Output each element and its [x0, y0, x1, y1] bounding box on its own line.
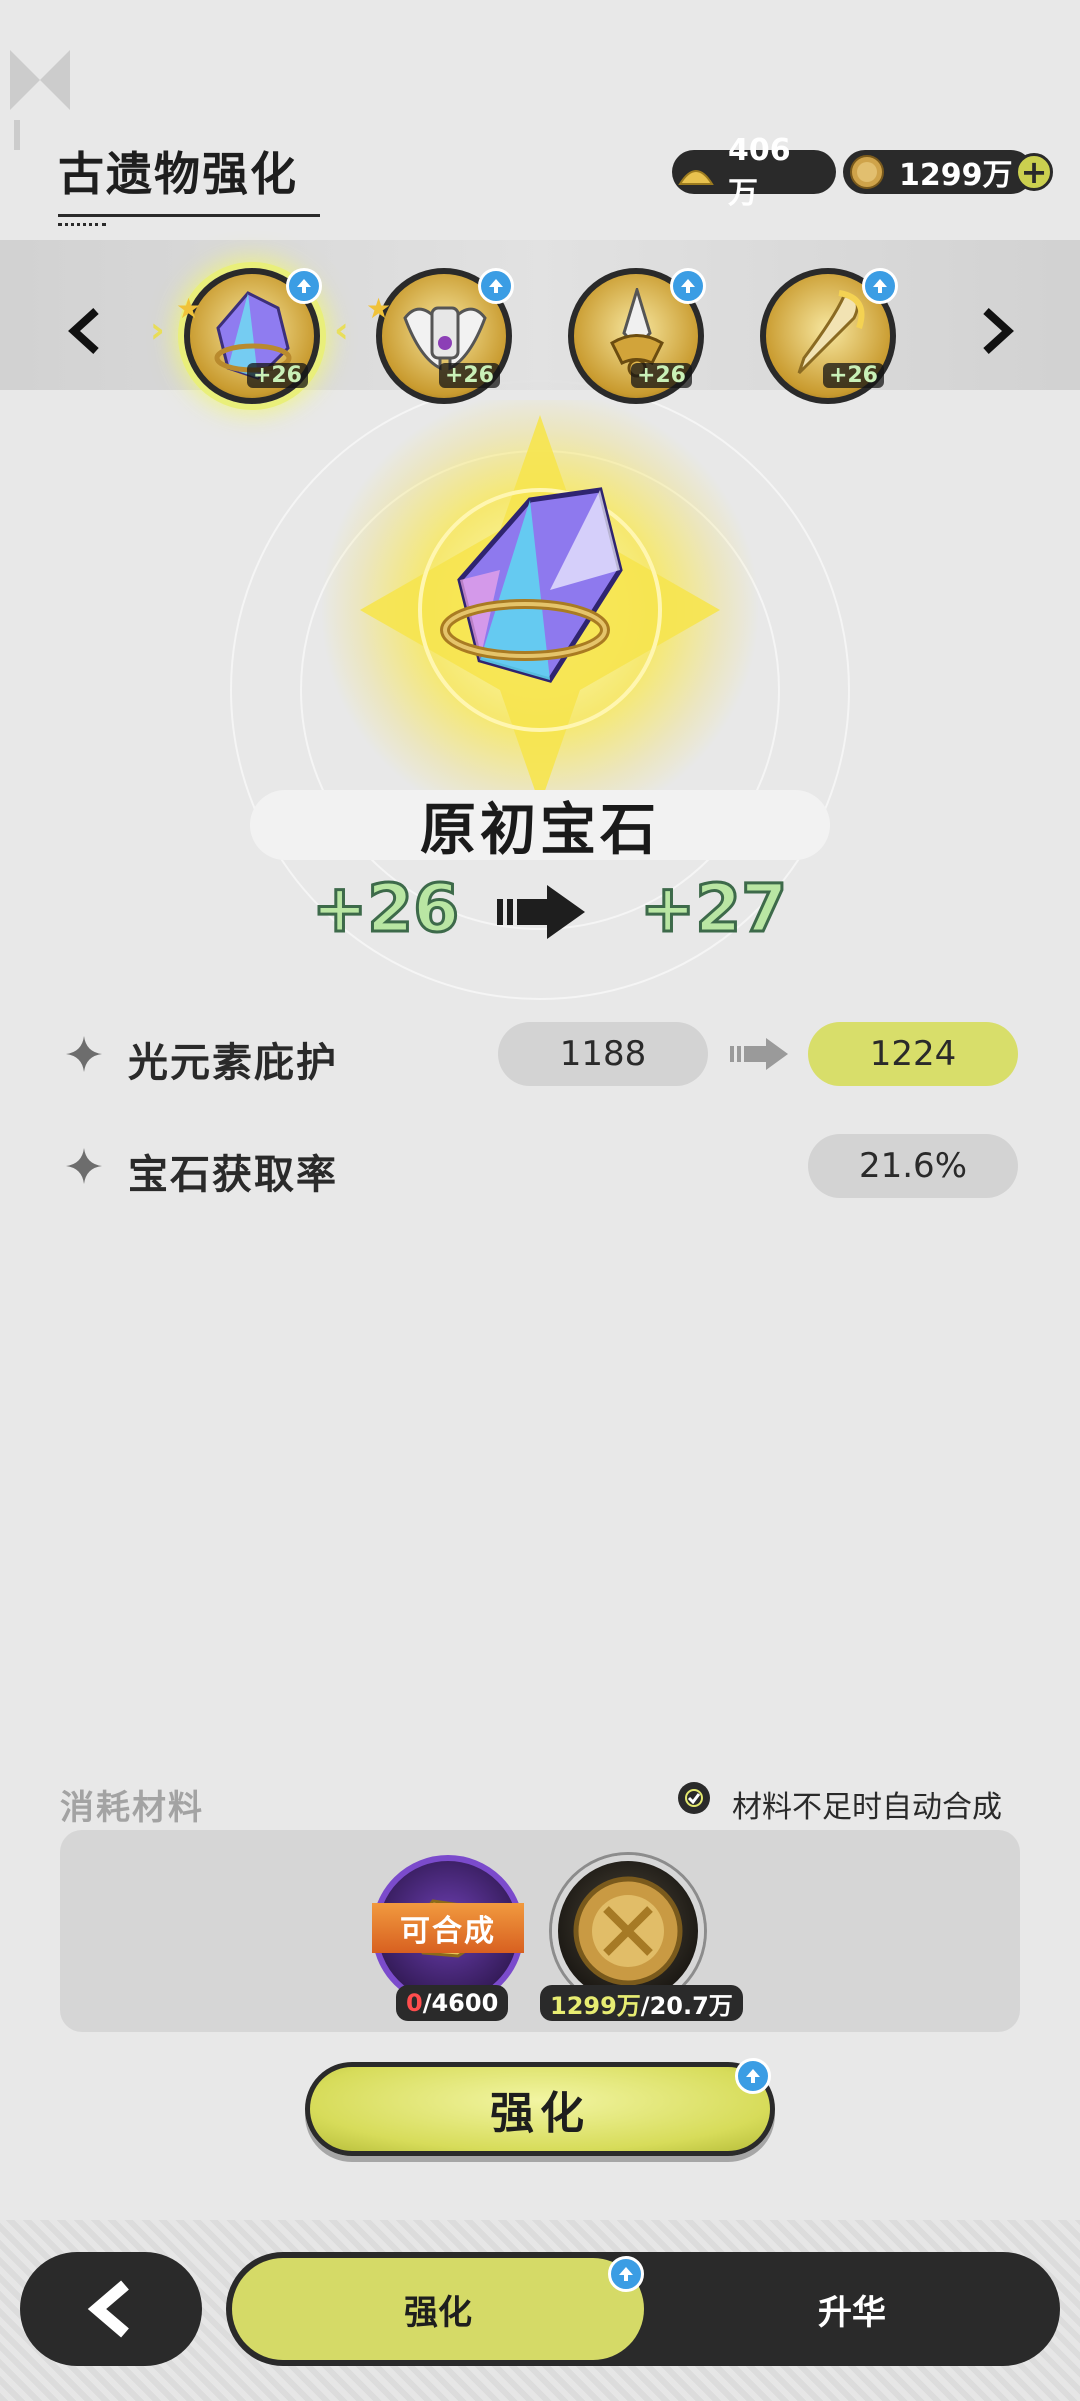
- relic-slot-level: +26: [630, 363, 692, 388]
- auto-synthesize-checkbox[interactable]: [678, 1782, 710, 1814]
- stat-row-gem-rate: 宝石获取率 21.6%: [0, 1134, 1080, 1198]
- ore-have: 0: [406, 1989, 423, 2017]
- stat-label: 光元素庇护: [128, 1040, 338, 1086]
- tab-ascend[interactable]: 升华: [650, 2258, 1054, 2360]
- page-title: 古遗物强化: [58, 138, 320, 226]
- next-relic-button[interactable]: [976, 305, 1016, 370]
- stat-label: 宝石获取率: [128, 1152, 338, 1198]
- selected-left-marker-icon: ›: [150, 310, 165, 351]
- auto-synthesize-label: 材料不足时自动合成: [732, 1790, 1002, 1825]
- tab-enhance[interactable]: 强化: [232, 2258, 644, 2360]
- upgrade-available-icon: [735, 2058, 771, 2094]
- page-title-text: 古遗物强化: [58, 147, 298, 201]
- prev-relic-button[interactable]: [66, 305, 106, 370]
- gold-coin-icon: [850, 155, 884, 189]
- selected-right-marker-icon: ‹: [334, 310, 349, 351]
- level-to: +27: [638, 869, 788, 949]
- craftable-banner: 可合成: [372, 1903, 524, 1953]
- upgrade-available-icon: [862, 268, 898, 304]
- checkmark-icon: [685, 1789, 703, 1807]
- gold-coin-icon: [573, 1876, 683, 1986]
- level-from: +26: [310, 869, 460, 949]
- add-resource-button[interactable]: +: [1015, 153, 1053, 191]
- upgrade-available-icon: [670, 268, 706, 304]
- title-dots: [58, 223, 106, 226]
- stat-current-value: 1188: [498, 1022, 708, 1086]
- crystal-gem-icon: [440, 487, 623, 683]
- resource-sand-value: 406万: [728, 132, 791, 211]
- ore-need: /4600: [422, 1989, 499, 2017]
- resource-sand: 406万: [672, 133, 836, 211]
- relic-name: 原初宝石: [250, 790, 830, 863]
- plus-icon: +: [1020, 153, 1048, 191]
- ore-count: 0/4600: [396, 1985, 509, 2021]
- title-underline: [58, 214, 320, 217]
- coin-have: 1299万: [550, 1991, 641, 2020]
- sand-pile-icon: [678, 170, 714, 185]
- chevron-right-icon: [983, 308, 1014, 354]
- relic-slot-level: +26: [438, 363, 500, 388]
- resource-coin-value: 1299万: [899, 158, 1013, 193]
- star-icon: ★: [176, 292, 202, 325]
- sparkle-icon: [66, 1148, 102, 1184]
- arrow-right-icon: [497, 885, 585, 939]
- arrow-right-icon: [730, 1038, 788, 1070]
- resource-coin: 1299万: [843, 150, 1033, 194]
- sparkle-icon: [66, 1036, 102, 1072]
- coin-need: /20.7万: [640, 1991, 733, 2020]
- upgrade-available-icon: [286, 268, 322, 304]
- coin-count: 1299万/20.7万: [540, 1985, 743, 2021]
- relic-slot-level: +26: [246, 363, 308, 388]
- stat-next-value: 1224: [808, 1022, 1018, 1086]
- back-button[interactable]: [20, 2252, 202, 2366]
- enhance-button[interactable]: 强化: [305, 2062, 775, 2156]
- stat-current-value: 21.6%: [808, 1134, 1018, 1198]
- upgrade-available-icon: [608, 2256, 644, 2292]
- chevron-left-icon: [68, 308, 99, 354]
- corner-ornament-icon: [10, 50, 70, 150]
- back-arrow-icon: [87, 2280, 129, 2338]
- relic-slot-level: +26: [822, 363, 884, 388]
- upgrade-available-icon: [478, 268, 514, 304]
- materials-label: 消耗材料: [60, 1788, 204, 1828]
- stat-row-light-protection: 光元素庇护 1188 1224: [0, 1022, 1080, 1086]
- star-icon: ★: [366, 292, 392, 325]
